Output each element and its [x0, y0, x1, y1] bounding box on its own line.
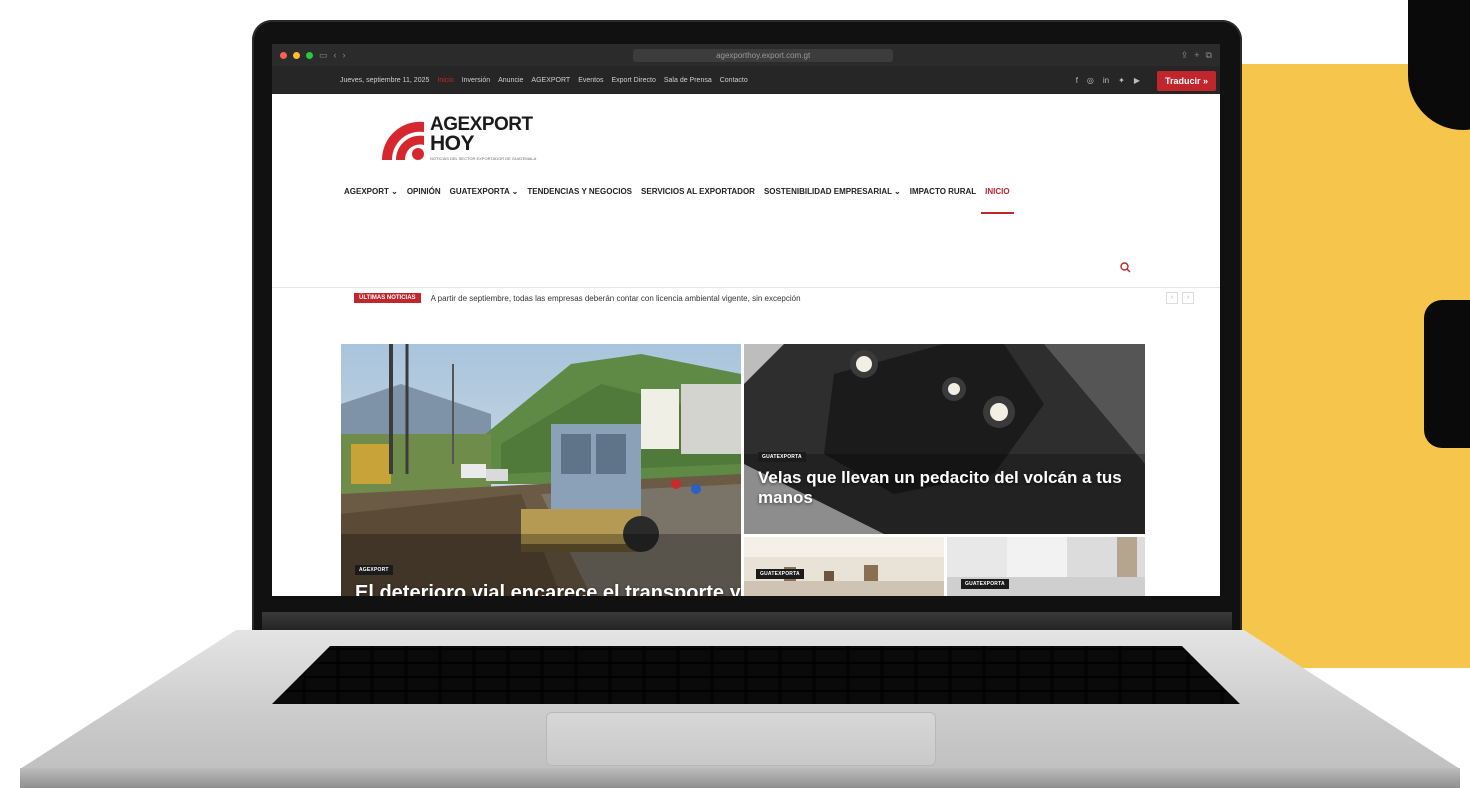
logo-signal-icon: [381, 121, 424, 160]
nav-item-guatexporta[interactable]: GUATEXPORTA ⌄: [450, 184, 519, 200]
featured-article-small-1[interactable]: GUATEXPORTA: [744, 537, 944, 596]
address-bar[interactable]: agexporthoy.export.com.gt: [633, 48, 894, 62]
minimize-window-icon[interactable]: [293, 51, 300, 59]
close-window-icon[interactable]: [280, 51, 287, 59]
nav-item-servicios-al-exportador[interactable]: SERVICIOS AL EXPORTADOR: [641, 184, 755, 200]
instagram-icon[interactable]: ◎: [1087, 76, 1094, 85]
chevron-right-icon[interactable]: ›: [1182, 292, 1194, 304]
topbar-link-sala-de-prensa[interactable]: Sala de Prensa: [664, 77, 712, 84]
laptop-keyboard: [272, 646, 1240, 704]
nav-item-sostenibilidad-empresarial[interactable]: SOSTENIBILIDAD EMPRESARIAL ⌄: [764, 184, 901, 200]
article-image-road: [341, 344, 741, 596]
article-headline[interactable]: Velas que llevan un pedacito del volcán …: [758, 468, 1128, 508]
chevron-left-icon[interactable]: ‹: [1166, 292, 1178, 304]
browser-action-icons: ⇪ + ⧉: [1181, 50, 1212, 61]
new-tab-icon[interactable]: +: [1194, 50, 1199, 61]
category-badge[interactable]: GUATEXPORTA: [758, 452, 806, 462]
browser-nav-icons: ▭ ‹ ›: [319, 50, 346, 61]
sidebar-icon[interactable]: ▭: [319, 50, 328, 61]
marketing-image: ▭ ‹ › agexporthoy.export.com.gt ⇪ + ⧉ Ju…: [0, 0, 1470, 788]
topbar-link-agexport[interactable]: AGEXPORT: [531, 77, 570, 84]
featured-article-main[interactable]: AGEXPORT El deterioro vial encarece el t…: [341, 344, 741, 596]
category-badge[interactable]: GUATEXPORTA: [756, 569, 804, 579]
decorative-black-block: [1424, 300, 1470, 448]
youtube-icon[interactable]: ▶: [1134, 76, 1140, 85]
tabs-icon[interactable]: ⧉: [1206, 50, 1212, 61]
article-image-interior: [744, 537, 944, 596]
nav-item-inicio[interactable]: INICIO: [981, 184, 1015, 214]
search-icon[interactable]: [1120, 262, 1132, 274]
nav-item-impacto-rural[interactable]: IMPACTO RURAL: [910, 184, 976, 200]
laptop-screen: ▭ ‹ › agexporthoy.export.com.gt ⇪ + ⧉ Ju…: [272, 44, 1220, 596]
nav-item-agexport[interactable]: AGEXPORT ⌄: [344, 184, 398, 200]
topbar-link-inversion[interactable]: Inversión: [462, 77, 490, 84]
maximize-window-icon[interactable]: [306, 51, 313, 59]
share-icon[interactable]: ⇪: [1181, 50, 1189, 61]
topbar-link-inicio[interactable]: Inicio: [437, 77, 453, 84]
category-badge[interactable]: GUATEXPORTA: [961, 579, 1009, 589]
facebook-icon[interactable]: f: [1076, 76, 1078, 85]
site-top-bar: Jueves, septiembre 11, 2025 Inicio Inver…: [272, 66, 1220, 94]
browser-toolbar: ▭ ‹ › agexporthoy.export.com.gt ⇪ + ⧉: [272, 44, 1220, 66]
nav-item-tendencias-y-negocios[interactable]: TENDENCIAS Y NEGOCIOS: [527, 184, 632, 200]
ticker-controls: ‹ ›: [1166, 292, 1194, 304]
linkedin-icon[interactable]: in: [1103, 76, 1109, 85]
topbar-link-eventos[interactable]: Eventos: [578, 77, 603, 84]
site-logo[interactable]: AGEXPORT HOY NOTICIAS DEL SECTOR EXPORTA…: [378, 106, 548, 166]
topbar-link-export-directo[interactable]: Export Directo: [612, 77, 656, 84]
category-badge[interactable]: AGEXPORT: [355, 565, 393, 575]
main-navigation: AGEXPORT ⌄ OPINIÓN GUATEXPORTA ⌄ TENDENC…: [344, 184, 1164, 214]
laptop-trackpad: [546, 712, 936, 766]
forward-icon[interactable]: ›: [343, 50, 346, 61]
logo-text-hoy: HOY: [430, 132, 475, 155]
featured-article-small-2[interactable]: GUATEXPORTA: [947, 537, 1145, 596]
current-date: Jueves, septiembre 11, 2025: [340, 76, 430, 84]
logo-tagline: NOTICIAS DEL SECTOR EXPORTADOR DE GUATEM…: [430, 156, 537, 161]
laptop-base-edge: [20, 768, 1460, 788]
twitter-icon[interactable]: ✦: [1118, 76, 1125, 85]
article-headline[interactable]: El deterioro vial encarece el transporte…: [355, 582, 741, 596]
header-divider: [272, 287, 1220, 288]
topbar-link-contacto[interactable]: Contacto: [720, 77, 748, 84]
ticker-label: ÚLTIMAS NOTICIAS: [354, 293, 421, 303]
back-icon[interactable]: ‹: [334, 50, 337, 61]
topbar-link-anuncie[interactable]: Anuncie: [498, 77, 523, 84]
nav-item-opinion[interactable]: OPINIÓN: [407, 184, 441, 200]
ticker-headline[interactable]: A partir de septiembre, todas las empres…: [431, 294, 801, 303]
featured-article-candles[interactable]: GUATEXPORTA Velas que llevan un pedacito…: [744, 344, 1145, 534]
translate-button[interactable]: Traducir »: [1156, 71, 1216, 91]
social-links: f ◎ in ✦ ▶: [1076, 66, 1140, 94]
news-ticker: ÚLTIMAS NOTICIAS A partir de septiembre,…: [354, 290, 1194, 306]
